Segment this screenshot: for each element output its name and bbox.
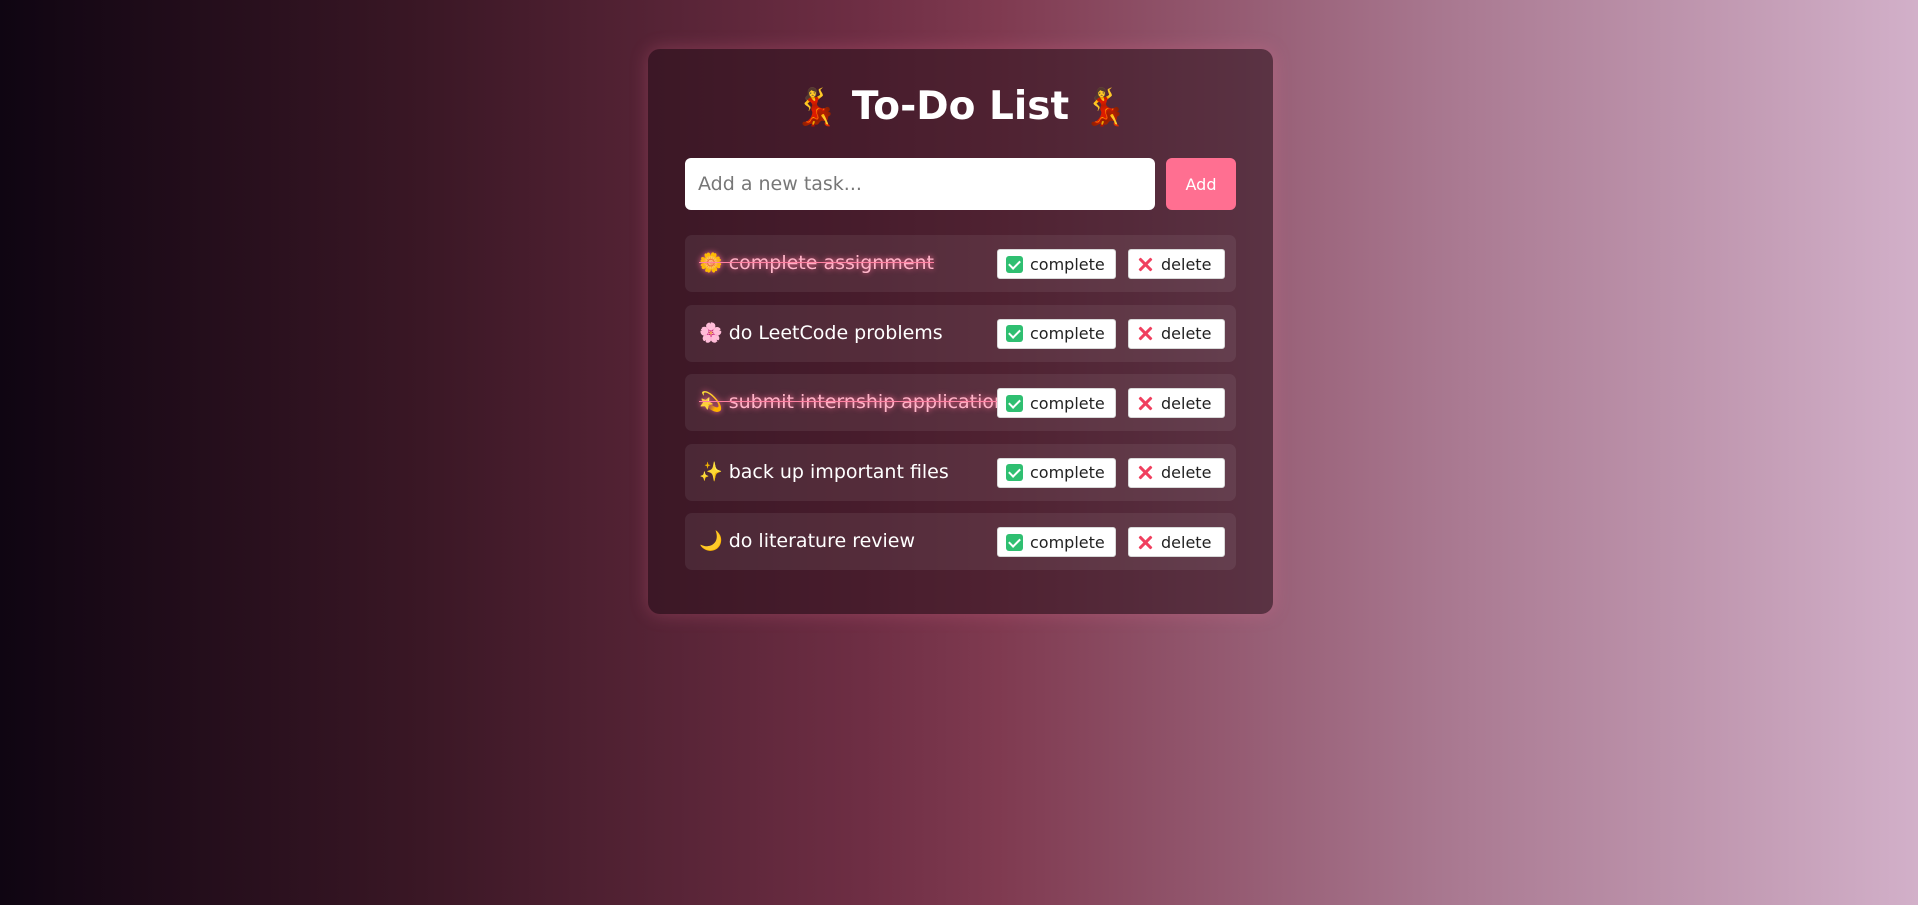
task-text[interactable]: ✨ back up important files xyxy=(699,444,949,501)
cross-mark-icon xyxy=(1137,395,1154,412)
title-text: To-Do List xyxy=(851,84,1070,129)
delete-button[interactable]: delete xyxy=(1128,318,1225,349)
complete-label: complete xyxy=(1030,254,1105,274)
delete-button[interactable]: delete xyxy=(1128,388,1225,418)
page-title: 💃 To-Do List 💃 xyxy=(648,83,1273,132)
task-item: ✨ back up important files complete delet… xyxy=(685,443,1236,501)
task-item: 💫 submit internship application complete… xyxy=(685,374,1236,431)
task-text[interactable]: 🌙 do literature review xyxy=(699,513,915,570)
dancer-icon: 💃 xyxy=(793,87,839,128)
complete-button[interactable]: complete xyxy=(997,388,1116,418)
cross-mark-icon xyxy=(1137,534,1154,551)
delete-button[interactable]: delete xyxy=(1128,249,1225,279)
complete-button[interactable]: complete xyxy=(997,457,1116,488)
delete-label: delete xyxy=(1161,532,1212,552)
delete-label: delete xyxy=(1161,463,1212,482)
delete-label: delete xyxy=(1161,393,1212,413)
todo-card: 💃 To-Do List 💃 Add 🌼 complete assignment… xyxy=(648,49,1273,614)
complete-label: complete xyxy=(1030,393,1105,413)
task-input[interactable] xyxy=(685,158,1155,210)
complete-button[interactable]: complete xyxy=(997,318,1116,349)
delete-label: delete xyxy=(1161,324,1212,343)
complete-button[interactable]: complete xyxy=(997,249,1116,279)
task-text[interactable]: 🌸 do LeetCode problems xyxy=(699,305,943,362)
check-box-icon xyxy=(1006,255,1023,273)
complete-button[interactable]: complete xyxy=(997,527,1116,557)
task-item: 🌼 complete assignment complete delete xyxy=(685,235,1236,292)
task-list: 🌼 complete assignment complete delete 🌸 … xyxy=(685,235,1236,583)
check-box-icon xyxy=(1006,464,1023,481)
check-box-icon xyxy=(1006,394,1023,412)
add-task-row: Add xyxy=(685,158,1236,210)
dancer-icon: 💃 xyxy=(1082,87,1128,128)
check-box-icon xyxy=(1006,325,1023,342)
task-text[interactable]: 💫 submit internship application xyxy=(699,374,1006,431)
task-item: 🌸 do LeetCode problems complete delete xyxy=(685,304,1236,362)
complete-label: complete xyxy=(1030,463,1105,482)
complete-label: complete xyxy=(1030,324,1105,343)
cross-mark-icon xyxy=(1137,256,1154,273)
delete-button[interactable]: delete xyxy=(1128,457,1225,488)
add-button[interactable]: Add xyxy=(1166,158,1236,210)
cross-mark-icon xyxy=(1137,325,1154,342)
cross-mark-icon xyxy=(1137,464,1154,481)
complete-label: complete xyxy=(1030,532,1105,552)
delete-button[interactable]: delete xyxy=(1128,527,1225,557)
task-item: 🌙 do literature review complete delete xyxy=(685,513,1236,570)
check-box-icon xyxy=(1006,533,1023,551)
delete-label: delete xyxy=(1161,254,1212,274)
task-text[interactable]: 🌼 complete assignment xyxy=(699,235,934,292)
